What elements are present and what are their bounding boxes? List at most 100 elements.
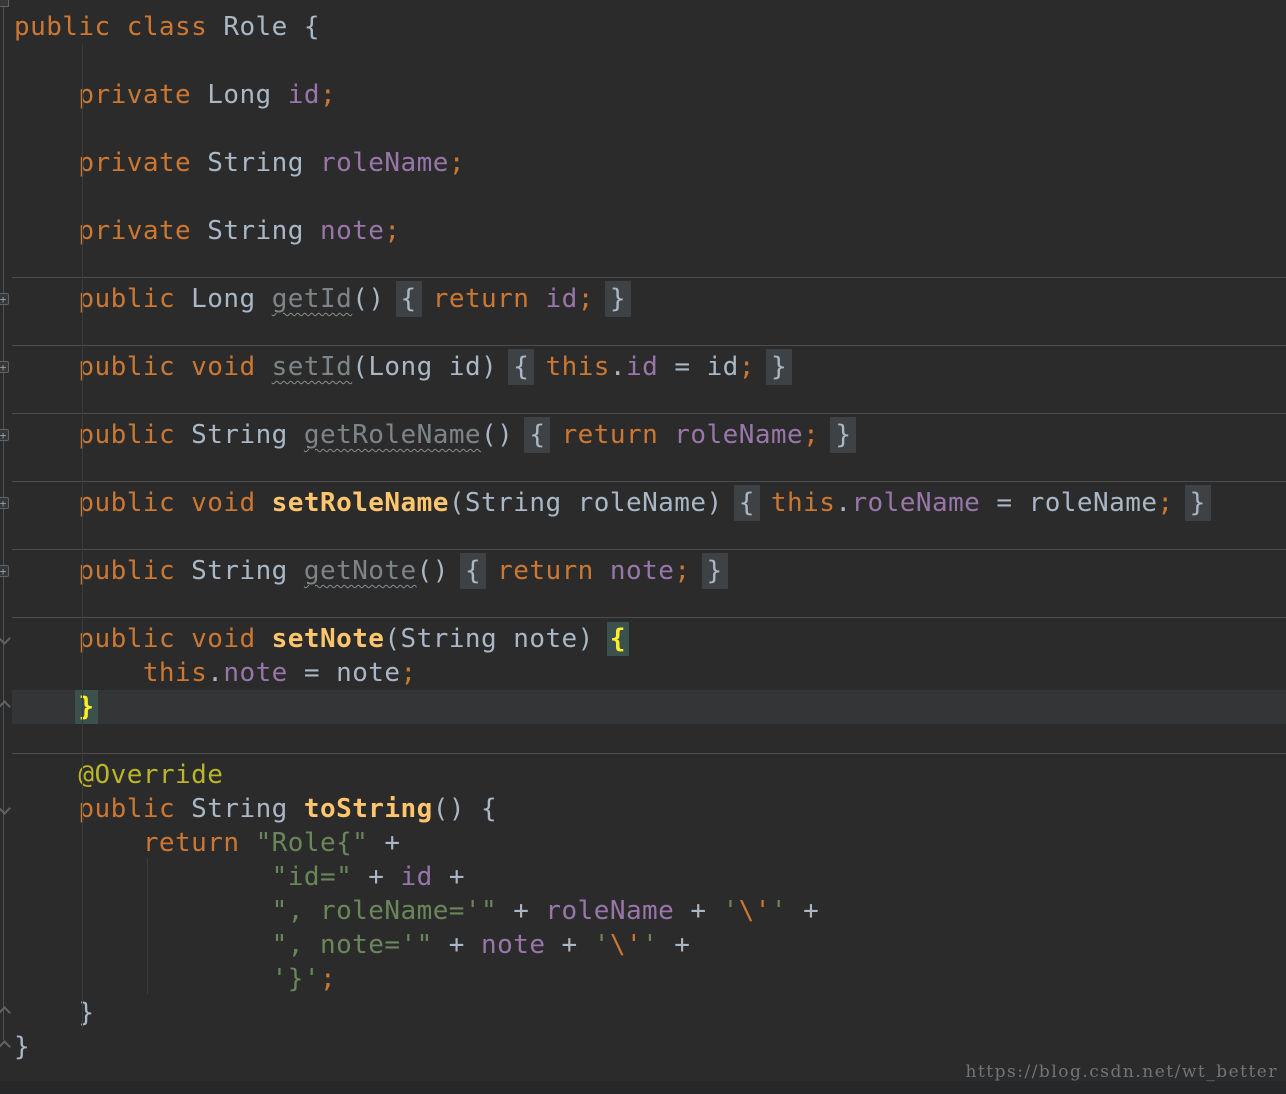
folded-brace: } bbox=[766, 349, 792, 385]
fold-collapse-start-icon[interactable] bbox=[0, 632, 11, 645]
code-token: ( bbox=[384, 624, 400, 654]
code-line[interactable]: this.note = note; bbox=[12, 656, 1286, 690]
code-token: + bbox=[545, 930, 593, 960]
code-token: Long bbox=[191, 284, 272, 314]
fold-expand-icon[interactable]: + bbox=[0, 429, 9, 441]
watermark-url: https://blog.csdn.net/wt_better bbox=[966, 1062, 1278, 1082]
code-token: + bbox=[658, 930, 690, 960]
code-token: Long bbox=[207, 80, 288, 110]
code-token: ; bbox=[739, 352, 755, 382]
code-token: note bbox=[513, 624, 577, 654]
method-separator bbox=[12, 549, 1286, 550]
code-token: String bbox=[207, 148, 320, 178]
code-token: . bbox=[207, 658, 223, 688]
code-token: roleName bbox=[578, 488, 707, 518]
code-token: + bbox=[368, 828, 400, 858]
code-token: return bbox=[143, 828, 256, 858]
code-token bbox=[545, 420, 561, 450]
code-line[interactable]: public void setRoleName(String roleName)… bbox=[12, 486, 1286, 520]
code-token bbox=[14, 658, 143, 688]
code-token: + bbox=[433, 862, 465, 892]
fold-marker-class-start[interactable] bbox=[0, 0, 9, 7]
method-separator bbox=[12, 617, 1286, 618]
code-token bbox=[14, 148, 78, 178]
code-token: + bbox=[352, 862, 400, 892]
code-token: Role { bbox=[223, 12, 320, 42]
code-line[interactable] bbox=[12, 44, 1286, 78]
method-separator bbox=[12, 753, 1286, 754]
fold-collapse-end-icon[interactable] bbox=[0, 1006, 11, 1019]
code-token: getId bbox=[272, 284, 353, 314]
code-token: ' bbox=[642, 930, 658, 960]
code-line[interactable]: public String getNote() { return note; } bbox=[12, 554, 1286, 588]
fold-collapse-end-icon[interactable] bbox=[0, 1040, 11, 1053]
code-line[interactable]: } bbox=[12, 1030, 1286, 1064]
matched-brace: { bbox=[607, 622, 629, 656]
code-editor-area[interactable]: */ public class Role { private Long id; … bbox=[12, 0, 1286, 1094]
code-token: id bbox=[449, 352, 481, 382]
method-separator bbox=[12, 413, 1286, 414]
code-token: String bbox=[191, 420, 304, 450]
code-token bbox=[14, 896, 272, 926]
code-token: setId bbox=[272, 352, 353, 382]
code-token: () bbox=[433, 794, 481, 824]
code-token: private bbox=[78, 80, 207, 110]
code-line[interactable]: private String roleName; bbox=[12, 146, 1286, 180]
code-token: private bbox=[78, 216, 207, 246]
code-token: String bbox=[191, 556, 304, 586]
method-separator bbox=[12, 277, 1286, 278]
code-token: ", note='" bbox=[272, 930, 433, 960]
code-line[interactable]: ", roleName='" + roleName + '\'' + bbox=[12, 894, 1286, 928]
code-token: private bbox=[78, 148, 207, 178]
code-line[interactable]: "id=" + id + bbox=[12, 860, 1286, 894]
code-line[interactable]: public String getRoleName() { return rol… bbox=[12, 418, 1286, 452]
code-token: + bbox=[433, 930, 481, 960]
code-line[interactable] bbox=[12, 112, 1286, 146]
code-token: } bbox=[78, 998, 94, 1028]
code-token: () bbox=[352, 284, 400, 314]
code-line[interactable]: public class Role { bbox=[12, 10, 1286, 44]
code-token: return bbox=[433, 284, 546, 314]
code-line[interactable]: public Long getId() { return id; } bbox=[12, 282, 1286, 316]
code-token: ) bbox=[578, 624, 610, 654]
code-line[interactable]: public String toString() { bbox=[12, 792, 1286, 826]
method-separator bbox=[12, 345, 1286, 346]
code-token: ; bbox=[320, 964, 336, 994]
code-token bbox=[14, 930, 272, 960]
code-line[interactable]: ", note='" + note + '\'' + bbox=[12, 928, 1286, 962]
code-token: public bbox=[78, 420, 191, 450]
code-line[interactable]: } bbox=[12, 996, 1286, 1030]
code-token: roleName bbox=[674, 420, 803, 450]
code-token: ; bbox=[320, 80, 336, 110]
code-token: ' bbox=[723, 896, 739, 926]
code-token: @Override bbox=[78, 760, 223, 790]
code-line[interactable]: public void setNote(String note) { bbox=[12, 622, 1286, 656]
code-line-caret[interactable]: } bbox=[12, 690, 1286, 724]
code-line[interactable]: public void setId(Long id) { this.id = i… bbox=[12, 350, 1286, 384]
code-token: } bbox=[14, 1032, 30, 1062]
code-token: . bbox=[835, 488, 851, 518]
comment-end-text: */ bbox=[45, 0, 77, 3]
code-line[interactable] bbox=[12, 180, 1286, 214]
fold-collapse-end-icon[interactable] bbox=[0, 700, 11, 713]
code-token: this bbox=[546, 352, 610, 382]
code-line[interactable]: @Override bbox=[12, 758, 1286, 792]
code-token: public void bbox=[78, 352, 271, 382]
fold-expand-icon[interactable]: + bbox=[0, 293, 9, 305]
fold-expand-icon[interactable]: + bbox=[0, 361, 9, 373]
code-line[interactable]: '}'; bbox=[12, 962, 1286, 996]
code-token: String bbox=[207, 216, 320, 246]
code-token: ' bbox=[594, 930, 610, 960]
code-line[interactable]: return "Role{" + bbox=[12, 826, 1286, 860]
fold-collapse-start-icon[interactable] bbox=[0, 802, 11, 815]
code-line[interactable]: private String note; bbox=[12, 214, 1286, 248]
indent-guide bbox=[147, 858, 148, 994]
fold-expand-icon[interactable]: + bbox=[0, 497, 9, 509]
editor-gutter[interactable]: + + + + + bbox=[0, 0, 12, 1094]
code-token: note bbox=[223, 658, 287, 688]
code-token: id bbox=[707, 352, 739, 382]
editor-window: + + + + + */ public class Role { private Lon… bbox=[0, 0, 1286, 1094]
code-token bbox=[529, 352, 545, 382]
fold-expand-icon[interactable]: + bbox=[0, 565, 9, 577]
code-line[interactable]: private Long id; bbox=[12, 78, 1286, 112]
